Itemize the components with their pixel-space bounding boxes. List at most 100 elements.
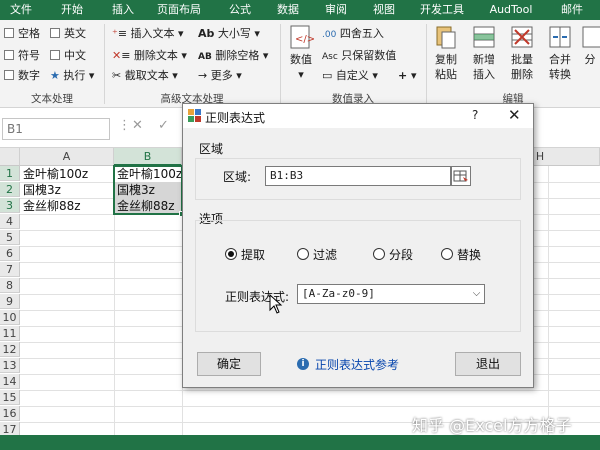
radio-segment[interactable] <box>373 248 385 260</box>
checkbox-icon <box>50 50 60 60</box>
dialog-title-bar: 正则表达式 ? ✕ <box>183 104 533 128</box>
tab-review[interactable]: 审阅 <box>318 0 354 20</box>
extract-text-button[interactable]: ✂ 截取文本 ▾ <box>112 68 178 84</box>
delete-space-icon: AB <box>198 52 212 62</box>
checkbox-icon <box>4 50 14 60</box>
row-header[interactable]: 10 <box>0 310 20 325</box>
row-header[interactable]: 4 <box>0 214 20 229</box>
range-picker-button[interactable] <box>451 166 471 186</box>
case-button[interactable]: Ab 大小写 ▾ <box>198 26 260 42</box>
chevron-down-icon[interactable]: ⌵ <box>469 285 484 303</box>
delete-rows-icon <box>511 26 533 48</box>
group-label-text: 文本处理 <box>31 93 73 105</box>
insert-text-button[interactable]: ⁺≡ 插入文本 ▾ <box>112 26 184 42</box>
custom-button[interactable]: ▭ 自定义 ▾ <box>322 68 378 84</box>
radio-filter[interactable] <box>297 248 309 260</box>
tab-formulas[interactable]: 公式 <box>222 0 258 20</box>
tab-data[interactable]: 数据 <box>270 0 306 20</box>
range-input[interactable]: B1:B3 <box>265 166 451 186</box>
dialog-title: 正则表达式 <box>205 111 266 125</box>
more-button[interactable]: → 更多 ▾ <box>198 68 242 84</box>
custom-label: 自定义 <box>335 69 369 82</box>
help-icon[interactable]: ? <box>472 108 478 122</box>
checkbox-number[interactable]: 数字 <box>4 68 40 84</box>
checkbox-space[interactable]: 空格 <box>4 26 40 42</box>
cell-a1[interactable]: 金叶榆100z <box>20 166 114 182</box>
close-icon[interactable]: ✕ <box>508 106 521 124</box>
split-label: 分 <box>584 53 596 66</box>
exit-button[interactable]: 退出 <box>455 352 521 376</box>
row-header[interactable]: 16 <box>0 406 20 421</box>
checkbox-english[interactable]: 英文 <box>50 26 86 42</box>
row-header[interactable]: 8 <box>0 278 20 293</box>
tab-file[interactable]: 文件 <box>2 0 40 20</box>
add-insert-button[interactable]: 新增插入 <box>466 24 502 82</box>
tab-developer[interactable]: 开发工具 <box>414 0 470 20</box>
delete-space-label: 删除空格 <box>215 49 260 62</box>
regex-dialog: 正则表达式 ? ✕ 区域 区域: B1:B3 选项 提取 过滤 分段 替换 正则… <box>182 103 534 388</box>
row-header[interactable]: 14 <box>0 374 20 389</box>
merge-convert-label: 合并转换 <box>549 53 571 81</box>
row-header[interactable]: 12 <box>0 342 20 357</box>
checkbox-symbol[interactable]: 符号 <box>4 48 40 64</box>
cancel-entry-icon[interactable]: ✕ <box>132 118 143 133</box>
gridline <box>20 406 600 407</box>
keep-numeric-button[interactable]: Asc 只保留数值 <box>322 48 396 65</box>
column-header-h[interactable]: H <box>534 148 546 166</box>
tab-insert[interactable]: 插入 <box>104 0 142 20</box>
tab-view[interactable]: 视图 <box>366 0 402 20</box>
plus-button[interactable]: + ▾ <box>398 68 417 84</box>
row-header[interactable]: 3 <box>0 198 20 213</box>
radio-extract[interactable] <box>225 248 237 260</box>
tab-mail[interactable]: 邮件 <box>552 0 592 20</box>
select-all-corner[interactable] <box>0 148 20 166</box>
name-box[interactable]: B1 <box>2 118 110 140</box>
numeric-button[interactable]: </> 数值 ▾ <box>284 24 318 82</box>
tab-page-layout[interactable]: 页面布局 <box>150 0 208 20</box>
batch-delete-button[interactable]: 批量删除 <box>504 24 540 82</box>
confirm-entry-icon[interactable]: ✓ <box>158 118 169 133</box>
checkbox-chinese-label: 中文 <box>64 49 86 62</box>
row-header[interactable]: 1 <box>0 166 20 181</box>
delete-text-button[interactable]: ✕≡ 删除文本 ▾ <box>112 48 187 64</box>
row-header[interactable]: 6 <box>0 246 20 261</box>
round-button[interactable]: .00 四舍五入 <box>322 26 384 43</box>
row-header[interactable]: 2 <box>0 182 20 197</box>
row-header[interactable]: 11 <box>0 326 20 341</box>
delete-space-button[interactable]: AB 删除空格 ▾ <box>198 48 268 65</box>
mouse-cursor-icon <box>269 294 283 314</box>
keep-numeric-icon: Asc <box>322 52 338 62</box>
checkbox-symbol-label: 符号 <box>18 49 40 62</box>
ok-button[interactable]: 确定 <box>197 352 261 376</box>
regex-reference-link[interactable]: 正则表达式参考 <box>315 356 399 373</box>
merge-convert-button[interactable]: 合并转换 <box>542 24 578 82</box>
cell-a3[interactable]: 金丝柳88z <box>20 198 114 214</box>
insert-text-label: 插入文本 <box>130 27 175 40</box>
row-header[interactable]: 13 <box>0 358 20 373</box>
custom-icon: ▭ <box>322 69 333 82</box>
row-header[interactable]: 5 <box>0 230 20 245</box>
split-button[interactable]: 分 <box>580 24 600 67</box>
checkbox-icon <box>4 28 14 38</box>
case-label: 大小写 <box>217 27 251 40</box>
batch-delete-label: 批量删除 <box>511 53 533 81</box>
row-header[interactable]: 9 <box>0 294 20 309</box>
gridline <box>20 390 600 391</box>
row-header[interactable]: 7 <box>0 262 20 277</box>
regex-input[interactable]: [A-Za-z0-9] <box>297 284 485 304</box>
radio-replace[interactable] <box>441 248 453 260</box>
row-header[interactable]: 17 <box>0 422 20 435</box>
column-header-a[interactable]: A <box>20 148 114 166</box>
tab-audtool[interactable]: AudTool <box>482 0 540 20</box>
column-header-b[interactable]: B <box>114 148 182 166</box>
svg-text:</>: </> <box>295 34 314 45</box>
cell-a2[interactable]: 国槐3z <box>20 182 114 198</box>
tab-home[interactable]: 开始 <box>52 0 92 20</box>
checkbox-chinese[interactable]: 中文 <box>50 48 86 64</box>
info-icon: i <box>297 358 309 370</box>
execute-button[interactable]: ★ 执行 ▾ <box>50 68 94 84</box>
row-header[interactable]: 15 <box>0 390 20 405</box>
copy-paste-button[interactable]: 复制粘贴 <box>428 24 464 82</box>
checkbox-icon <box>50 28 60 38</box>
delete-text-icon: ✕ <box>112 49 122 62</box>
